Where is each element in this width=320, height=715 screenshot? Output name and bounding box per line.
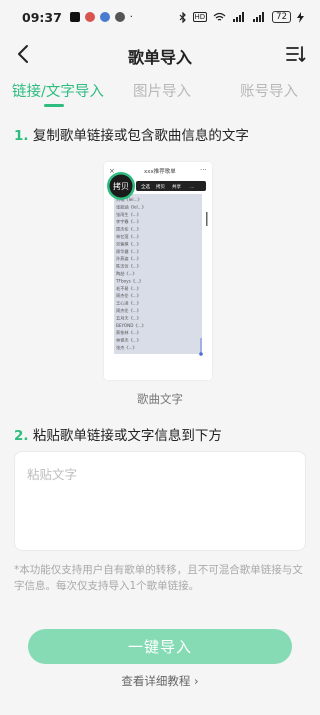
example-illustration: × xxx推荐歌单 ··· 全选 拷贝 共享 ... 刘瑞《Iel...》 张韶涵… [104, 162, 212, 380]
wechat-icon [114, 12, 125, 22]
app-notification-icon [99, 12, 110, 22]
one-click-import-button[interactable]: 一键导入 [28, 629, 292, 664]
tab-link-text[interactable]: 链接/文字导入 [12, 80, 104, 101]
step1-title: 1. 复制歌单链接或包含歌曲信息的文字 [14, 124, 249, 144]
tab-account[interactable]: 账号导入 [240, 80, 298, 101]
illus-menu-item: ... [190, 185, 194, 190]
illus-song-line: 邓紫棋《...》 [116, 240, 141, 247]
illus-song-line: 周华健《...》 [116, 248, 141, 255]
illus-header-title: xxx推荐歌单 [144, 167, 176, 175]
illustration-caption: 歌曲文字 [137, 392, 183, 406]
paste-text-input[interactable] [27, 464, 293, 538]
illus-song-line: 林忆莲《...》 [116, 233, 141, 240]
illus-song-line: 张杰《...》 [116, 344, 137, 351]
illus-menu-item: 全选 [141, 183, 150, 190]
illus-close-icon: × [109, 167, 115, 175]
status-time: 09:37 [22, 9, 62, 25]
illus-song-line: 周杰伦《...》 [116, 307, 141, 314]
illus-menu-item: 共享 [172, 183, 181, 190]
sort-menu-button[interactable] [284, 43, 306, 65]
illus-copy-label: 拷贝 [113, 181, 129, 191]
illus-song-line: 王心凌《...》 [116, 300, 141, 307]
tutorial-link-label: 查看详细教程 [121, 674, 191, 688]
step1-text: 复制歌单链接或包含歌曲信息的文字 [32, 128, 249, 144]
sort-list-icon [286, 46, 306, 62]
import-tabs: 链接/文字导入 图片导入 账号导入 [0, 76, 320, 107]
app-notification-icon [84, 12, 95, 22]
step2-number: 2. [14, 428, 29, 444]
page-title: 歌单导入 [127, 48, 192, 67]
bluetooth-icon [179, 11, 186, 23]
illus-song-line: 李宇春《...》 [116, 218, 141, 225]
status-right: HD 72 [179, 11, 304, 23]
active-tab-indicator [44, 104, 64, 107]
illus-song-line: 毛不易《...》 [116, 285, 141, 292]
illus-song-line: 林俊杰《...》 [116, 337, 141, 344]
illus-song-line: 张雨生《...》 [116, 211, 141, 218]
more-dot-icon: · [129, 11, 133, 23]
chevron-right-icon: › [194, 674, 199, 688]
step2-title: 2. 粘贴歌单链接或文字信息到下方 [14, 424, 222, 444]
step1-number: 1. [14, 128, 29, 144]
view-tutorial-link[interactable]: 查看详细教程 › [0, 673, 320, 689]
illus-song-line: 张韶涵《Iel...》 [116, 203, 146, 210]
nav-bar: 歌单导入 [0, 36, 320, 72]
illus-song-line: 陈洁仪《...》 [116, 263, 141, 270]
signal-icon [233, 12, 245, 22]
battery-icon: 72 [272, 11, 291, 23]
illus-menu-item: 拷贝 [156, 183, 165, 190]
notice-text: *本功能仅支持用户自有歌单的转移，且不可混合歌单链接与文字信息。每次仅支持导入1… [14, 564, 303, 592]
signal-icon [253, 12, 265, 22]
illus-song-line: 陶喆《...》 [116, 270, 137, 277]
illus-song-line: BEYOND《...》 [116, 323, 146, 328]
wifi-icon [213, 12, 226, 21]
charging-icon [297, 11, 304, 23]
status-bar: 09:37 · HD 72 [0, 0, 320, 34]
illus-more-icon: ··· [200, 166, 207, 174]
paste-box [14, 451, 306, 551]
illus-song-line: 周杰伦《...》 [116, 292, 141, 299]
illus-song-line: 孙燕姿《...》 [116, 255, 141, 262]
tab-image[interactable]: 图片导入 [133, 80, 191, 101]
illustration-drawing: × xxx推荐歌单 ··· 全选 拷贝 共享 ... 刘瑞《Iel...》张韶涵… [104, 162, 212, 380]
illus-song-line: 蔡依林《...》 [116, 329, 141, 336]
step2-text: 粘贴歌单链接或文字信息到下方 [32, 428, 222, 444]
illus-song-line: TFboys《...》 [115, 278, 143, 283]
hd-icon: HD [192, 12, 208, 22]
illus-song-line: 周杰伦《...》 [116, 226, 141, 233]
app-notification-icon [69, 12, 80, 22]
notification-icons: · [69, 11, 133, 23]
